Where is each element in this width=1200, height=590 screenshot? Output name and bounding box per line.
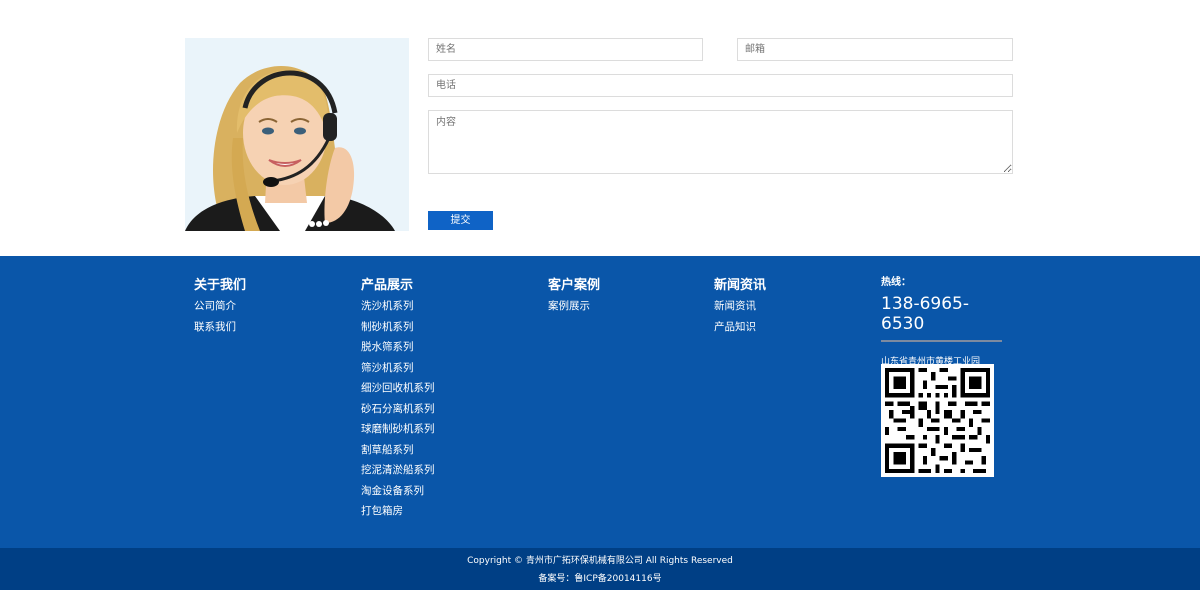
footer-link-product[interactable]: 淘金设备系列 [361, 484, 435, 505]
footer-link-product[interactable]: 脱水筛系列 [361, 340, 435, 361]
customer-service-photo [185, 38, 409, 231]
footer-link-product[interactable]: 挖泥清淤船系列 [361, 463, 435, 484]
name-input[interactable] [428, 38, 703, 61]
footer-link-product-knowledge[interactable]: 产品知识 [714, 320, 766, 341]
footer-link-product[interactable]: 筛沙机系列 [361, 361, 435, 382]
footer-heading-cases: 客户案例 [548, 278, 601, 293]
page: 提交 关于我们 公司简介 联系我们 产品展示 洗沙机系列 制砂机系列 脱水筛系列… [0, 0, 1200, 590]
hotline-label: 热线： [881, 277, 911, 288]
footer-col-news: 新闻资讯 新闻资讯 产品知识 [714, 277, 766, 340]
qr-code [881, 364, 994, 477]
copyright-text: Copyright © 青州市广拓环保机械有限公司 All Rights Res… [467, 556, 733, 566]
footer-link-product[interactable]: 细沙回收机系列 [361, 381, 435, 402]
footer-link-news[interactable]: 新闻资讯 [714, 299, 766, 320]
footer-link-company-intro[interactable]: 公司简介 [194, 299, 246, 320]
footer-col-products: 产品展示 洗沙机系列 制砂机系列 脱水筛系列 筛沙机系列 细沙回收机系列 砂石分… [361, 277, 435, 525]
footer-heading-news: 新闻资讯 [714, 278, 767, 293]
content-textarea[interactable] [428, 110, 1013, 174]
hotline-block: 热线： 138-6965-6530 山东省青州市黄楼工业园 [881, 277, 1011, 368]
footer-link-product[interactable]: 球磨制砂机系列 [361, 422, 435, 443]
footer: 关于我们 公司简介 联系我们 产品展示 洗沙机系列 制砂机系列 脱水筛系列 筛沙… [0, 256, 1200, 548]
bottom-bar: Copyright © 青州市广拓环保机械有限公司 All Rights Res… [0, 548, 1200, 590]
icp-record[interactable]: 备案号：鲁ICP备20014116号 [0, 573, 1200, 585]
footer-link-case-showcase[interactable]: 案例展示 [548, 299, 600, 320]
footer-link-product[interactable]: 割草船系列 [361, 443, 435, 464]
footer-col-about: 关于我们 公司简介 联系我们 [194, 277, 246, 340]
email-input[interactable] [737, 38, 1013, 61]
hotline-number: 138-6965-6530 [881, 294, 1002, 342]
footer-link-product[interactable]: 砂石分离机系列 [361, 402, 435, 423]
submit-button[interactable]: 提交 [428, 211, 493, 230]
footer-col-cases: 客户案例 案例展示 [548, 277, 600, 320]
contact-section: 提交 [0, 0, 1200, 256]
footer-link-product[interactable]: 洗沙机系列 [361, 299, 435, 320]
footer-link-product[interactable]: 制砂机系列 [361, 320, 435, 341]
footer-heading-products: 产品展示 [361, 278, 414, 293]
footer-link-product[interactable]: 打包箱房 [361, 504, 435, 525]
footer-link-contact-us[interactable]: 联系我们 [194, 320, 246, 341]
footer-heading-about: 关于我们 [194, 278, 247, 293]
phone-input[interactable] [428, 74, 1013, 97]
